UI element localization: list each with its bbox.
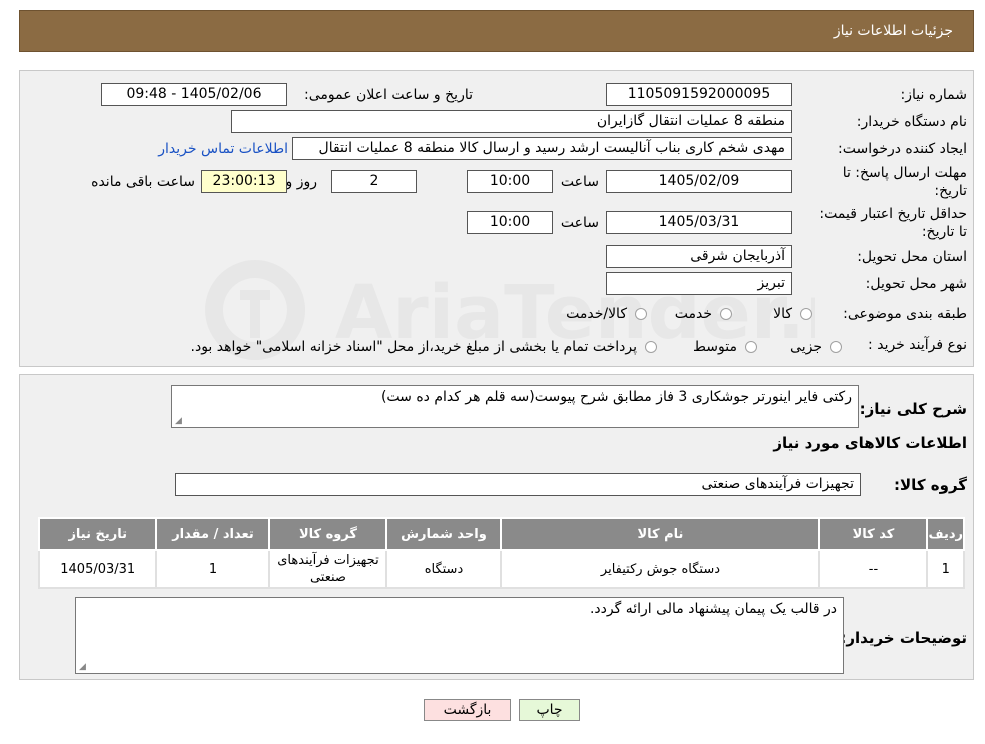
process-option-label: جزیی (790, 339, 822, 355)
buyer-org-field: منطقه 8 عملیات انتقال گازایران (231, 110, 792, 133)
table-cell: 1 (926, 549, 965, 589)
reply-deadline-label: مهلت ارسال پاسخ: تا تاریخ: (842, 165, 967, 199)
goods-group-field: تجهیزات فرآیندهای صنعتی (175, 473, 861, 496)
validity-time-label: ساعت (560, 215, 599, 231)
buyer-notes-label: توضیحات خریدار: (840, 629, 967, 647)
column-header: تاریخ نیاز (37, 517, 158, 551)
process-note: پرداخت تمام یا بخشی از مبلغ خرید،از محل … (190, 339, 637, 355)
validity-time-field: 10:00 (467, 211, 553, 234)
category-option-label: کالا (773, 306, 792, 322)
radio-button[interactable] (830, 341, 842, 353)
radio-button[interactable] (720, 308, 732, 320)
description-text: رکتی فایر اینورتر جوشکاری 3 فاز مطابق شر… (380, 389, 852, 405)
column-header: گروه کالا (268, 517, 388, 551)
category-option-goods[interactable]: کالا (773, 306, 812, 322)
table-cell: -- (818, 549, 929, 589)
resize-grip-icon[interactable]: ◢ (79, 662, 86, 672)
category-option-label: خدمت (674, 306, 712, 322)
process-type-label: نوع فرآیند خرید : (868, 337, 967, 353)
process-option-treasury[interactable]: پرداخت تمام یا بخشی از مبلغ خرید،از محل … (191, 339, 657, 355)
process-option-minor[interactable]: جزیی (790, 339, 842, 355)
radio-button[interactable] (800, 308, 812, 320)
reply-date-field: 1405/02/09 (606, 170, 792, 193)
radio-button[interactable] (745, 341, 757, 353)
column-header: کد کالا (818, 517, 929, 551)
process-option-label: متوسط (693, 339, 737, 355)
need-number-field: 1105091592000095 (606, 83, 792, 106)
table-cell: دستگاه جوش رکتیفایر (500, 549, 821, 589)
category-option-goods-service[interactable]: کالا/خدمت (566, 306, 647, 322)
table-cell: 1 (155, 549, 271, 589)
city-label: شهر محل تحویل: (865, 276, 967, 292)
days-field: 2 (331, 170, 417, 193)
reply-time-field: 10:00 (467, 170, 553, 193)
goods-table: ردیف کد کالا نام کالا واحد شمارش گروه کا… (37, 517, 965, 589)
table-cell: 1405/03/31 (37, 549, 158, 589)
announce-label: تاریخ و ساعت اعلان عمومی: (304, 87, 473, 103)
city-field: تبریز (606, 272, 792, 295)
contact-buyer-link[interactable]: اطلاعات تماس خریدار (158, 141, 288, 157)
radio-button[interactable] (645, 341, 657, 353)
resize-grip-icon[interactable]: ◢ (175, 416, 182, 426)
province-label: استان محل تحویل: (857, 249, 967, 265)
process-option-medium[interactable]: متوسط (693, 339, 757, 355)
validity-date-field: 1405/03/31 (606, 211, 792, 234)
description-textarea[interactable]: رکتی فایر اینورتر جوشکاری 3 فاز مطابق شر… (171, 385, 859, 428)
days-label: روز و (285, 174, 318, 190)
category-label: طبقه بندی موضوعی: (843, 306, 967, 322)
creator-label: ایجاد کننده درخواست: (838, 141, 967, 157)
page-header: جزئیات اطلاعات نیاز (19, 10, 974, 52)
buyer-notes-text: در قالب یک پیمان پیشنهاد مالی ارائه گردد… (589, 601, 837, 617)
description-label: شرح کلی نیاز: (859, 400, 967, 418)
page-title: جزئیات اطلاعات نیاز (833, 23, 953, 39)
remaining-time-field: 23:00:13 (201, 170, 287, 193)
reply-time-label: ساعت (560, 174, 599, 190)
table-header-row: ردیف کد کالا نام کالا واحد شمارش گروه کا… (37, 517, 965, 551)
buyer-notes-textarea[interactable]: در قالب یک پیمان پیشنهاد مالی ارائه گردد… (75, 597, 844, 674)
column-header: ردیف (926, 517, 965, 551)
table-cell: تجهیزات فرآیندهای صنعتی (268, 549, 388, 589)
creator-field: مهدی شخم کاری بناب آنالیست ارشد رسید و ا… (292, 137, 792, 160)
goods-info-title: اطلاعات کالاهای مورد نیاز (773, 434, 967, 452)
column-header: تعداد / مقدار (155, 517, 271, 551)
back-button[interactable]: بازگشت (424, 699, 511, 721)
announce-field: 1405/02/06 - 09:48 (101, 83, 287, 106)
validity-label: حداقل تاریخ اعتبار قیمت: تا تاریخ: (819, 206, 967, 240)
column-header: واحد شمارش (385, 517, 503, 551)
remaining-label: ساعت باقی مانده (91, 174, 195, 190)
goods-group-label: گروه کالا: (894, 476, 967, 494)
category-option-label: کالا/خدمت (566, 306, 627, 322)
category-option-service[interactable]: خدمت (675, 306, 732, 322)
radio-button[interactable] (635, 308, 647, 320)
print-button[interactable]: چاپ (519, 699, 580, 721)
need-number-label: شماره نیاز: (900, 87, 968, 103)
table-row: 1 -- دستگاه جوش رکتیفایر دستگاه تجهیزات … (37, 549, 965, 589)
table-cell: دستگاه (385, 549, 503, 589)
buyer-org-label: نام دستگاه خریدار: (856, 114, 967, 130)
province-field: آذربایجان شرقی (606, 245, 792, 268)
column-header: نام کالا (500, 517, 821, 551)
